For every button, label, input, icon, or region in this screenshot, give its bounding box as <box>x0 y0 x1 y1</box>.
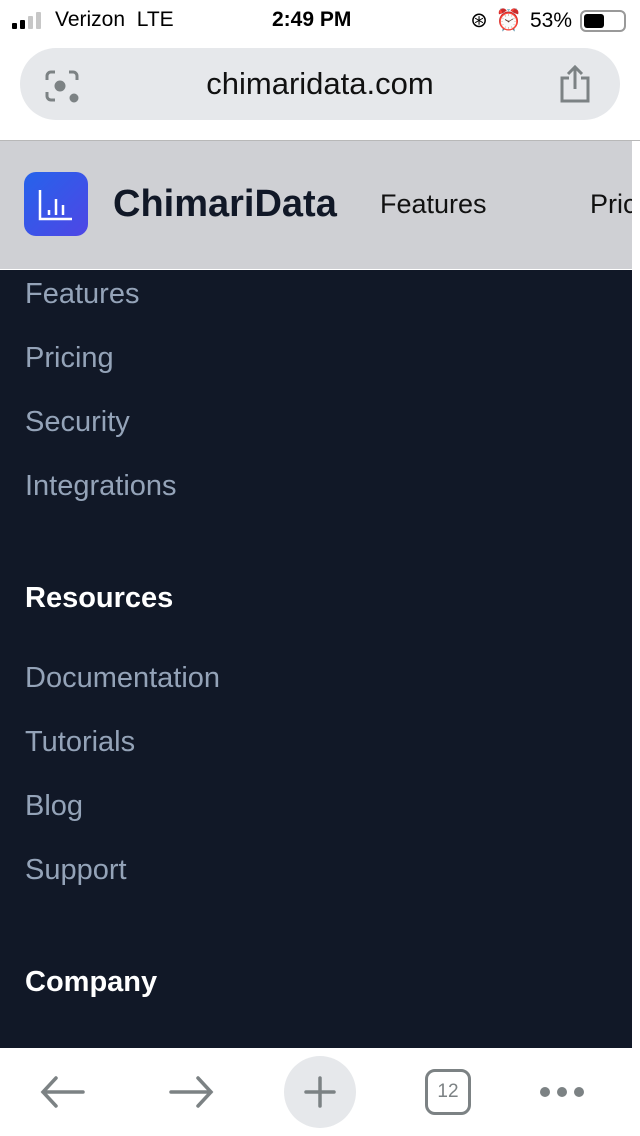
browser-toolbar: 12 <box>0 1048 640 1136</box>
url-text[interactable]: chimaridata.com <box>20 66 620 102</box>
menu-link-features[interactable]: Features <box>25 278 139 311</box>
menu-link-pricing[interactable]: Pricing <box>25 342 114 375</box>
menu-link-integrations[interactable]: Integrations <box>25 470 177 503</box>
rotation-lock-icon: ⊛ <box>470 9 488 32</box>
menu-link-tutorials[interactable]: Tutorials <box>25 726 135 759</box>
logo-icon[interactable] <box>24 172 88 236</box>
company-heading: Company <box>25 966 158 998</box>
more-icon <box>540 1087 584 1097</box>
plus-icon <box>304 1076 336 1108</box>
menu-link-security[interactable]: Security <box>25 406 130 439</box>
more-button[interactable] <box>526 1056 598 1128</box>
alarm-icon: ⏰ <box>495 8 522 32</box>
battery-icon <box>580 9 626 32</box>
status-bar: Verizon LTE 2:49 PM ⊛ ⏰ 53% <box>0 0 640 40</box>
brand-name[interactable]: ChimariData <box>113 183 337 226</box>
nav-pricing[interactable]: Pric <box>590 189 632 220</box>
nav-features[interactable]: Features <box>380 189 487 220</box>
menu-link-support[interactable]: Support <box>25 854 127 887</box>
tab-count: 12 <box>425 1069 471 1115</box>
signal-icon <box>12 12 41 29</box>
clock: 2:49 PM <box>272 8 352 31</box>
share-icon[interactable] <box>558 64 592 104</box>
resources-heading: Resources <box>25 582 174 614</box>
address-bar[interactable]: chimaridata.com <box>20 48 620 120</box>
arrow-left-icon <box>40 1076 85 1108</box>
forward-button[interactable] <box>155 1056 227 1128</box>
menu-link-documentation[interactable]: Documentation <box>25 662 220 695</box>
arrow-right-icon <box>169 1076 214 1108</box>
carrier: Verizon LTE <box>55 8 174 31</box>
new-tab-button[interactable] <box>284 1056 356 1128</box>
tabs-button[interactable]: 12 <box>412 1056 484 1128</box>
back-button[interactable] <box>27 1056 99 1128</box>
mobile-menu: Features Pricing Security Integrations R… <box>0 270 632 1048</box>
battery-percent: 53% <box>529 8 572 32</box>
site-header: ChimariData Features Pric <box>0 141 632 269</box>
menu-link-blog[interactable]: Blog <box>25 790 83 823</box>
